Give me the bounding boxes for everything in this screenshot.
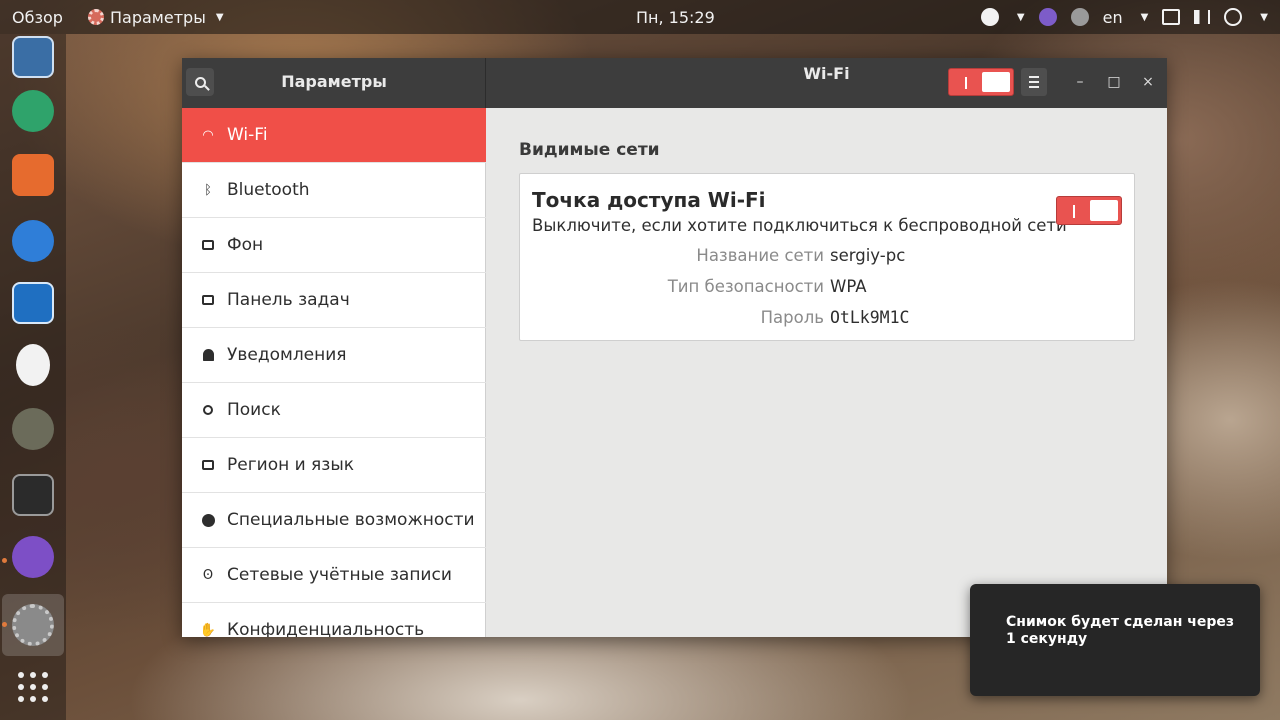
sidebar-title: Параметры (281, 72, 387, 91)
hamburger-menu-button[interactable] (1021, 68, 1047, 96)
sidebar-item-label: Панель задач (227, 290, 350, 310)
wifi-panel: Видимые сети Точка доступа Wi-Fi Выключи… (486, 108, 1167, 637)
online-accounts-icon: Ꙩ (202, 567, 214, 583)
header-bar: Параметры Wi-Fi – □ × (182, 58, 1167, 108)
wifi-icon: ◠ (202, 127, 214, 143)
accessibility-menu-icon[interactable] (980, 8, 999, 26)
bluetooth-icon: ᛒ (204, 182, 212, 198)
app-menu-button[interactable]: Параметры ▼ (88, 0, 224, 34)
settings-sidebar: ◠ Wi-Fi ᛒ Bluetooth Фон Панель задач Уве… (182, 108, 486, 637)
atom-icon[interactable] (12, 90, 54, 132)
security-type-value: WPA (830, 277, 867, 296)
search-icon (201, 403, 215, 417)
password-value: OtLk9M1C (830, 308, 910, 327)
app-menu-label: Параметры (110, 7, 206, 27)
maximize-button[interactable]: □ (1104, 72, 1124, 92)
activities-button[interactable]: Обзор (12, 0, 63, 34)
search-button[interactable] (186, 68, 214, 96)
sidebar-item-accessibility[interactable]: Специальные возможности (182, 493, 486, 548)
search-icon (194, 76, 206, 88)
minimize-button[interactable]: – (1070, 72, 1090, 92)
language-indicator[interactable]: en (1103, 8, 1123, 27)
viber-icon[interactable] (12, 536, 54, 578)
gimp-icon[interactable] (12, 408, 54, 450)
dock (0, 34, 66, 720)
region-icon (201, 458, 215, 472)
sidebar-item-dock[interactable]: Панель задач (182, 273, 486, 328)
sidebar-item-background[interactable]: Фон (182, 218, 486, 273)
bell-icon (201, 348, 215, 362)
software-center-icon[interactable] (12, 154, 54, 196)
top-bar: Обзор Параметры ▼ Пн, 15:29 ▼ en ▼ ▼ (0, 0, 1280, 34)
hotspot-switch[interactable] (1056, 196, 1122, 225)
settings-window: Параметры Wi-Fi – □ × ◠ Wi-Fi ᛒ Bluetoot… (182, 58, 1167, 637)
sidebar-item-label: Wi-Fi (227, 125, 268, 145)
sidebar-item-bluetooth[interactable]: ᛒ Bluetooth (182, 163, 486, 218)
switch-on-mark (1073, 205, 1075, 218)
section-title: Видимые сети (519, 140, 660, 160)
settings-dock-item[interactable] (2, 594, 64, 656)
sidebar-item-label: Фон (227, 235, 264, 255)
running-indicator (2, 558, 7, 563)
chevron-down-icon[interactable]: ▼ (1141, 12, 1149, 23)
wifi-power-switch[interactable] (948, 68, 1014, 96)
sidebar-item-online-accounts[interactable]: Ꙩ Сетевые учётные записи (182, 548, 486, 603)
switch-knob (1090, 200, 1118, 221)
sidebar-item-notifications[interactable]: Уведомления (182, 328, 486, 383)
sidebar-item-search[interactable]: Поиск (182, 383, 486, 438)
system-tray: ▼ en ▼ ▼ (980, 0, 1268, 34)
switch-on-mark (965, 77, 967, 89)
background-icon (201, 238, 215, 252)
terminal-icon[interactable] (12, 474, 54, 516)
running-indicator (2, 622, 7, 627)
hotspot-card: Точка доступа Wi-Fi Выключите, если хоти… (519, 173, 1135, 341)
accessibility-icon (201, 513, 215, 527)
clock[interactable]: Пн, 15:29 (636, 0, 715, 34)
chevron-down-icon[interactable]: ▼ (1260, 12, 1268, 23)
sidebar-item-label: Регион и язык (227, 455, 355, 475)
chevron-down-icon[interactable]: ▼ (1017, 12, 1025, 23)
switch-knob (982, 72, 1010, 92)
sidebar-item-label: Специальные возможности (227, 510, 475, 530)
dock-icon (201, 293, 215, 307)
sidebar-item-label: Конфиденциальность (227, 620, 425, 637)
viber-tray-icon[interactable] (1038, 8, 1057, 26)
power-icon[interactable] (1224, 8, 1243, 26)
screenshot-notification[interactable]: Снимок будет сделан через 1 секунду (970, 584, 1260, 696)
network-name-value: sergiy-pc (830, 246, 906, 265)
settings-icon (12, 604, 54, 646)
settings-gear-icon (88, 9, 104, 25)
help-icon[interactable] (12, 220, 54, 262)
sidebar-header: Параметры (182, 58, 486, 108)
password-label: Пароль (760, 308, 824, 327)
close-button[interactable]: × (1138, 72, 1158, 92)
timer-icon[interactable] (16, 344, 50, 386)
sidebar-item-label: Поиск (227, 400, 281, 420)
sidebar-item-label: Сетевые учётные записи (227, 565, 452, 585)
hotspot-subtitle: Выключите, если хотите подключиться к бе… (532, 216, 1067, 235)
sidebar-item-label: Bluetooth (227, 180, 310, 200)
sidebar-item-privacy[interactable]: ✋ Конфиденциальность (182, 603, 486, 637)
security-type-label: Тип безопасности (667, 277, 824, 296)
sidebar-item-region[interactable]: Регион и язык (182, 438, 486, 493)
show-applications-icon[interactable] (18, 672, 48, 702)
network-icon[interactable] (1162, 9, 1181, 25)
system-monitor-icon[interactable] (12, 282, 54, 324)
document-viewer-icon[interactable] (12, 36, 54, 78)
hotspot-title: Точка доступа Wi-Fi (532, 188, 766, 212)
volume-icon[interactable] (1194, 10, 1211, 24)
notification-text: Снимок будет сделан через 1 секунду (1006, 614, 1234, 647)
mail-tray-icon[interactable] (1070, 8, 1089, 26)
page-title: Wi-Fi (803, 64, 850, 83)
sidebar-item-wifi[interactable]: ◠ Wi-Fi (182, 108, 486, 163)
sidebar-item-label: Уведомления (227, 345, 347, 365)
privacy-icon: ✋ (199, 622, 217, 638)
chevron-down-icon: ▼ (215, 11, 224, 23)
network-name-label: Название сети (696, 246, 824, 265)
